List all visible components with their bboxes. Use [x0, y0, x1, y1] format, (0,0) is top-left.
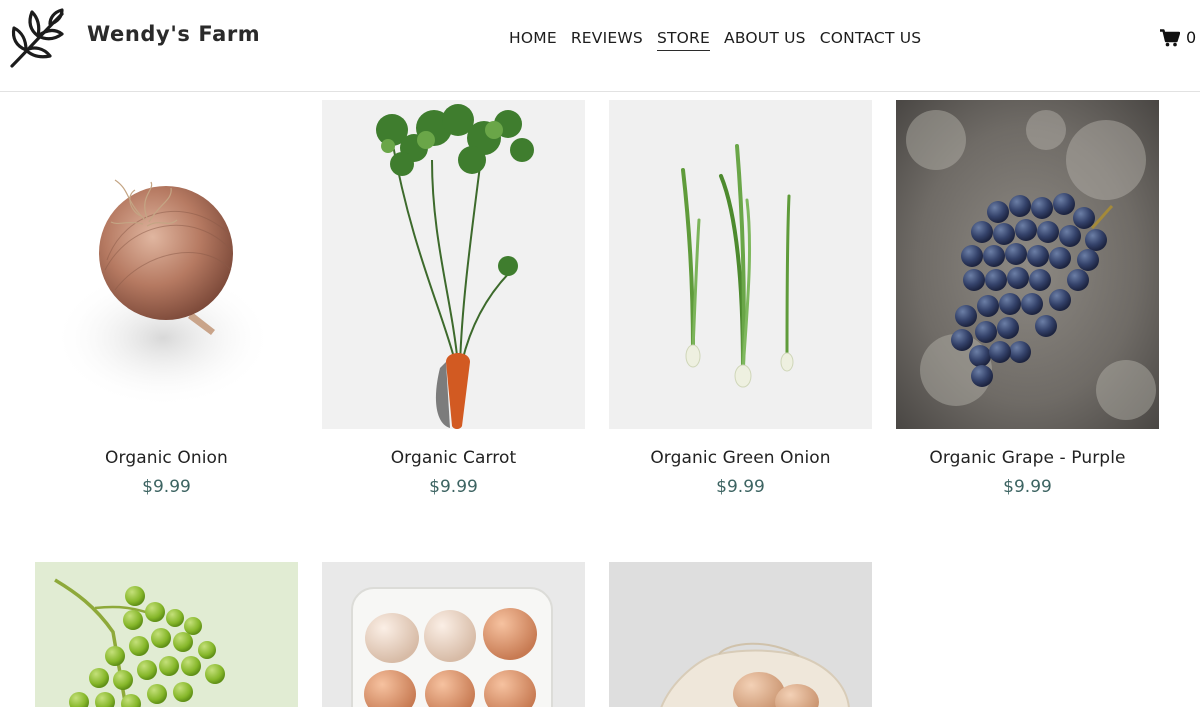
- product-image-purple-grapes[interactable]: [896, 100, 1159, 429]
- product-price: $9.99: [142, 477, 191, 497]
- product-price: $9.99: [429, 477, 478, 497]
- cart-count: 0: [1186, 28, 1197, 47]
- product-card-green-onion[interactable]: Organic Green Onion $9.99: [609, 100, 872, 497]
- product-card-carrot[interactable]: Organic Carrot $9.99: [322, 100, 585, 497]
- nav-about-us[interactable]: ABOUT US: [724, 29, 806, 51]
- cart-button[interactable]: 0: [1160, 28, 1196, 47]
- product-image-green-onion[interactable]: [609, 100, 872, 429]
- product-card-eggs[interactable]: [322, 562, 585, 707]
- leaf-sprig-icon[interactable]: [6, 6, 68, 70]
- nav-store[interactable]: STORE: [656, 29, 711, 51]
- product-name[interactable]: Organic Onion: [35, 448, 298, 468]
- product-image-eggs-in-bag[interactable]: [609, 562, 872, 707]
- product-name[interactable]: Organic Green Onion: [609, 448, 872, 468]
- product-name[interactable]: Organic Grape - Purple: [896, 448, 1159, 468]
- product-image-carrot[interactable]: [322, 100, 585, 429]
- product-price: $9.99: [1003, 477, 1052, 497]
- product-image-onion[interactable]: [35, 100, 298, 429]
- product-image-egg-carton[interactable]: [322, 562, 585, 707]
- nav-reviews[interactable]: REVIEWS: [571, 29, 643, 51]
- product-card-green-grape[interactable]: [35, 562, 298, 707]
- product-card-eggs-bag[interactable]: [609, 562, 872, 707]
- brand-name[interactable]: Wendy's Farm: [87, 22, 260, 46]
- site-header: Wendy's Farm HOME REVIEWS STORE ABOUT US…: [0, 0, 1200, 92]
- main-nav: HOME REVIEWS STORE ABOUT US CONTACT US: [509, 29, 921, 51]
- nav-home[interactable]: HOME: [509, 29, 557, 51]
- product-card-onion[interactable]: Organic Onion $9.99: [35, 100, 298, 497]
- product-name[interactable]: Organic Carrot: [322, 448, 585, 468]
- product-card-purple-grape[interactable]: Organic Grape - Purple $9.99: [896, 100, 1159, 497]
- nav-contact-us[interactable]: CONTACT US: [820, 29, 922, 51]
- product-image-green-grapes[interactable]: [35, 562, 298, 707]
- cart-icon: [1160, 28, 1180, 46]
- product-price: $9.99: [716, 477, 765, 497]
